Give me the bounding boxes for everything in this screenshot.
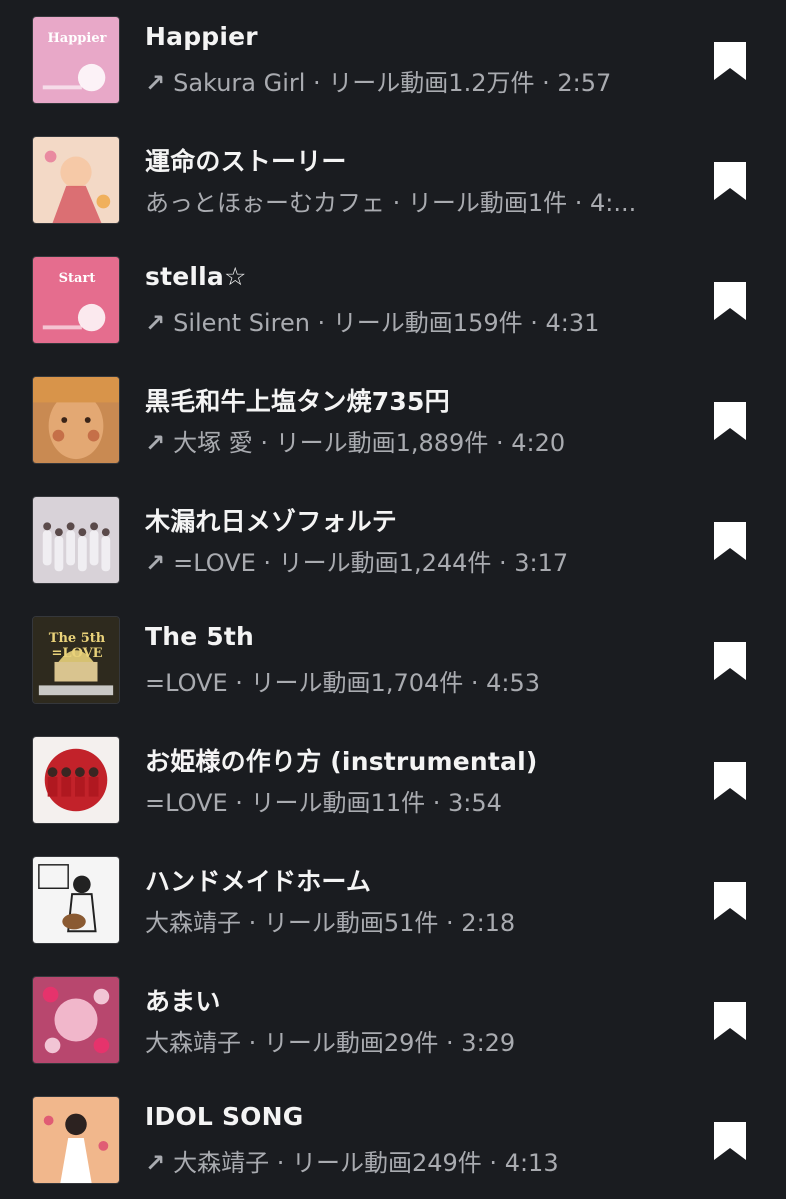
track-row[interactable]: The 5th =LOVE The 5th =LOVE · リール動画1,704件 …: [0, 600, 786, 720]
track-title: stella☆: [145, 262, 247, 291]
trending-arrow-icon: ↗: [145, 549, 166, 577]
trending-arrow-icon: ↗: [145, 309, 166, 337]
track-title: 木漏れ日メゾフォルテ: [145, 507, 398, 536]
album-art[interactable]: [32, 976, 120, 1064]
audio-track-list: Happier Happier ↗ Sakura Girl · リール動画1.2万件 …: [0, 0, 786, 1199]
track-meta: 大森靖子 · リール動画29件 · 3:29: [145, 1023, 665, 1058]
album-art[interactable]: [32, 736, 120, 824]
track-title: ハンドメイドホーム: [145, 867, 372, 896]
track-meta-text: =LOVE · リール動画1,244件 · 3:17: [173, 549, 569, 577]
track-meta-text: 大森靖子 · リール動画51件 · 2:18: [145, 909, 516, 937]
track-meta-text: 大塚 愛 · リール動画1,889件 · 4:20: [173, 429, 566, 457]
track-title: あまい: [145, 987, 221, 1016]
track-title: Happier: [145, 22, 258, 51]
bookmark-icon[interactable]: [712, 520, 748, 562]
track-row[interactable]: 運命のストーリーあっとほぉーむカフェ · リール動画1件 · 4:...: [0, 120, 786, 240]
album-art-text: The 5th =LOVE: [48, 631, 106, 661]
bookmark-icon[interactable]: [712, 640, 748, 682]
track-meta-text: Sakura Girl · リール動画1.2万件 · 2:57: [173, 69, 612, 97]
track-row[interactable]: 黒毛和牛上塩タン焼735円 ↗ 大塚 愛 · リール動画1,889件 · 4:20: [0, 360, 786, 480]
bookmark-icon[interactable]: [712, 1000, 748, 1042]
track-meta: =LOVE · リール動画11件 · 3:54: [145, 783, 665, 818]
bookmark-icon[interactable]: [712, 40, 748, 82]
track-meta-text: あっとほぉーむカフェ · リール動画1件 · 4:...: [145, 189, 637, 217]
album-art[interactable]: Happier: [32, 16, 120, 104]
album-art[interactable]: Start: [32, 256, 120, 344]
track-row[interactable]: ハンドメイドホーム大森靖子 · リール動画51件 · 2:18: [0, 840, 786, 960]
album-art-text: Happier: [47, 31, 107, 46]
bookmark-icon[interactable]: [712, 280, 748, 322]
trending-arrow-icon: ↗: [145, 69, 166, 97]
bookmark-icon[interactable]: [712, 1120, 748, 1162]
track-title: IDOL SONG: [145, 1102, 304, 1131]
bookmark-icon[interactable]: [712, 880, 748, 922]
track-meta: ↗ Sakura Girl · リール動画1.2万件 · 2:57: [145, 63, 665, 98]
track-row[interactable]: Happier Happier ↗ Sakura Girl · リール動画1.2万件 …: [0, 0, 786, 120]
track-meta: あっとほぉーむカフェ · リール動画1件 · 4:...: [145, 183, 665, 218]
trending-arrow-icon: ↗: [145, 1149, 166, 1177]
bookmark-icon[interactable]: [712, 400, 748, 442]
track-row[interactable]: お姫様の作り方 (instrumental) =LOVE · リール動画11件 ·…: [0, 720, 786, 840]
bookmark-icon[interactable]: [712, 760, 748, 802]
album-art[interactable]: [32, 856, 120, 944]
track-meta-text: Silent Siren · リール動画159件 · 4:31: [173, 309, 600, 337]
track-meta: ↗ =LOVE · リール動画1,244件 · 3:17: [145, 543, 665, 578]
album-art-text: Start: [58, 271, 96, 286]
track-meta: =LOVE · リール動画1,704件 · 4:53: [145, 663, 665, 698]
track-row[interactable]: 木漏れ日メゾフォルテ ↗ =LOVE · リール動画1,244件 · 3:17: [0, 480, 786, 600]
track-meta-text: =LOVE · リール動画11件 · 3:54: [145, 789, 502, 817]
track-meta: 大森靖子 · リール動画51件 · 2:18: [145, 903, 665, 938]
track-meta: ↗ 大塚 愛 · リール動画1,889件 · 4:20: [145, 423, 665, 458]
track-title: お姫様の作り方 (instrumental): [145, 747, 538, 776]
track-row[interactable]: IDOL SONG ↗ 大森靖子 · リール動画249件 · 4:13: [0, 1080, 786, 1199]
track-meta: ↗ Silent Siren · リール動画159件 · 4:31: [145, 303, 665, 338]
track-meta: ↗ 大森靖子 · リール動画249件 · 4:13: [145, 1143, 665, 1178]
album-art[interactable]: [32, 496, 120, 584]
track-title: The 5th: [145, 622, 255, 651]
bookmark-icon[interactable]: [712, 160, 748, 202]
track-row[interactable]: Start stella☆ ↗ Silent Siren · リール動画159件 · …: [0, 240, 786, 360]
track-title: 黒毛和牛上塩タン焼735円: [145, 387, 450, 416]
track-meta-text: 大森靖子 · リール動画249件 · 4:13: [173, 1149, 559, 1177]
track-meta-text: =LOVE · リール動画1,704件 · 4:53: [145, 669, 541, 697]
album-art[interactable]: The 5th =LOVE: [32, 616, 120, 704]
album-art[interactable]: [32, 136, 120, 224]
trending-arrow-icon: ↗: [145, 429, 166, 457]
album-art[interactable]: [32, 1096, 120, 1184]
track-title: 運命のストーリー: [145, 147, 347, 176]
track-row[interactable]: あまい大森靖子 · リール動画29件 · 3:29: [0, 960, 786, 1080]
track-meta-text: 大森靖子 · リール動画29件 · 3:29: [145, 1029, 516, 1057]
album-art[interactable]: [32, 376, 120, 464]
